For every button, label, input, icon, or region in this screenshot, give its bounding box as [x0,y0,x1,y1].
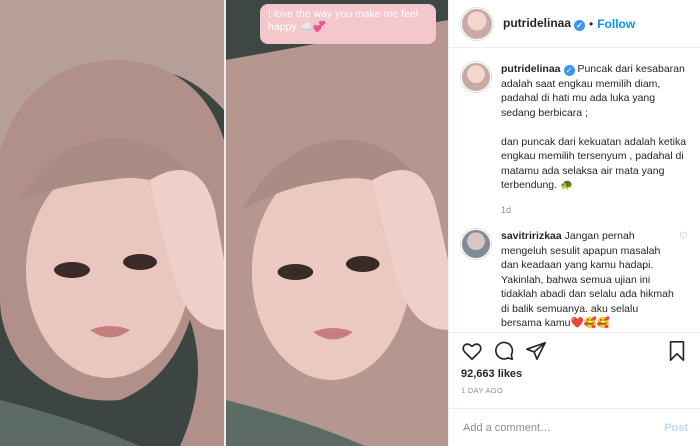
verified-badge-icon: ✓ [563,65,575,76]
avatar[interactable] [461,7,493,40]
caption-comment: putridelinaa ✓ Puncak dari kesabaran adal… [461,62,688,217]
selfie-photo-right [226,0,448,446]
post-header: putridelinaa ✓ • Follow [449,0,700,48]
comment-username[interactable]: savitririzkaa [501,230,562,242]
comments-section[interactable]: putridelinaa ✓ Puncak dari kesabaran adal… [449,48,700,332]
instagram-post: I love the way you make me feel happy ☁️… [0,0,700,446]
post-media[interactable]: I love the way you make me feel happy ☁️… [0,0,448,446]
comment-input[interactable] [461,420,665,435]
sticker-text: I love the way you make me feel happy [268,8,418,33]
photo-right: I love the way you make me feel happy ☁️… [224,0,448,446]
comment-icon[interactable] [493,340,515,362]
separator-dot: • [589,16,594,31]
likes-count[interactable]: 92,663 likes [449,368,700,384]
small-heart-icon[interactable]: ♡ [679,229,688,331]
post-timestamp[interactable]: 1 DAY AGO [449,384,700,408]
follow-button[interactable]: Follow [597,17,635,31]
comment-body: savitririzkaa Jangan pernah mengeluh ses… [501,229,679,331]
comment-text: Jangan pernah mengeluh sesulit apapun ma… [501,230,674,329]
story-text-sticker: I love the way you make me feel happy ☁️… [260,4,436,44]
caption-time[interactable]: 1d [501,203,688,218]
caption-text: Puncak dari kesabaran adalah saat engkau… [501,63,687,191]
post-button[interactable]: Post [664,422,688,434]
verified-badge-icon: ✓ [574,20,586,31]
list-item: savitririzkaa Jangan pernah mengeluh ses… [461,229,688,331]
bookmark-icon[interactable] [666,340,688,362]
caption-username[interactable]: putridelinaa [501,63,561,75]
heart-icon[interactable] [461,340,483,362]
action-bar [449,332,700,368]
post-sidebar: putridelinaa ✓ • Follow putridelinaa ✓ Pun… [448,0,700,446]
username-text[interactable]: putridelinaa [503,16,571,30]
share-icon[interactable] [525,340,547,362]
avatar[interactable] [461,229,491,259]
comment-composer: Post [449,408,700,446]
caption-body: putridelinaa ✓ Puncak dari kesabaran adal… [501,62,688,217]
photo-left [0,0,224,446]
sticker-emoji: ☁️💞 [299,21,326,33]
avatar[interactable] [461,62,491,92]
selfie-photo-left [0,0,224,446]
header-username[interactable]: putridelinaa ✓ [503,16,586,31]
